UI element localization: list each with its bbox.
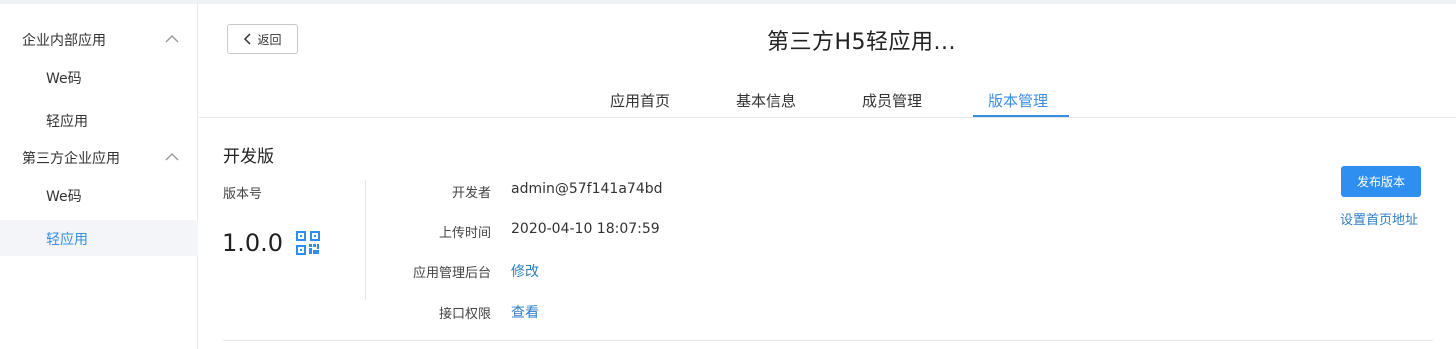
vertical-divider xyxy=(365,180,366,300)
publish-version-button[interactable]: 发布版本 xyxy=(1341,166,1421,197)
view-link[interactable]: 查看 xyxy=(511,302,539,322)
set-homepage-url-link[interactable]: 设置首页地址 xyxy=(1340,209,1418,228)
version-label: 版本号 xyxy=(223,187,263,202)
page-title: 第三方H5轻应用... xyxy=(767,30,957,55)
sidebar-group-third-party[interactable]: 第三方企业应用 xyxy=(0,138,198,178)
back-button[interactable]: 返回 xyxy=(227,24,298,54)
back-button-label: 返回 xyxy=(257,32,282,47)
qr-code-icon[interactable] xyxy=(296,231,320,255)
active-tab-indicator xyxy=(973,115,1069,117)
modify-link[interactable]: 修改 xyxy=(511,261,539,281)
developer-value: admin@57f141a74bd xyxy=(511,181,663,197)
tab-app-home[interactable]: 应用首页 xyxy=(610,90,670,111)
sidebar-item-label: 轻应用 xyxy=(46,232,88,248)
version-number: 1.0.0 xyxy=(222,229,284,257)
developer-label: 开发者 xyxy=(451,186,491,201)
sidebar-item-third-party-light-app[interactable]: 轻应用 xyxy=(0,220,198,256)
api-permission-label: 接口权限 xyxy=(438,307,491,322)
tab-basic-info[interactable]: 基本信息 xyxy=(736,90,796,111)
main-content: 返回 第三方H5轻应用... 应用首页 基本信息 成员管理 版本管理 开发版 版… xyxy=(199,4,1456,349)
sidebar-item-internal-light-app[interactable]: 轻应用 xyxy=(0,102,198,138)
tab-member-management[interactable]: 成员管理 xyxy=(862,90,922,111)
admin-backend-label: 应用管理后台 xyxy=(412,266,491,281)
sidebar-item-third-party-we-code[interactable]: We码 xyxy=(0,177,198,213)
chevron-up-icon xyxy=(165,153,179,161)
sidebar-item-label: We码 xyxy=(46,71,82,87)
tab-version-management[interactable]: 版本管理 xyxy=(988,90,1048,111)
sidebar-item-internal-we-code[interactable]: We码 xyxy=(0,59,198,95)
section-title: 开发版 xyxy=(223,147,274,167)
sidebar-item-label: 轻应用 xyxy=(46,114,88,130)
sidebar: 企业内部应用 We码 轻应用 第三方企业应用 We码 轻应用 xyxy=(0,4,198,349)
tab-bar: 应用首页 基本信息 成员管理 版本管理 xyxy=(199,82,1456,118)
chevron-left-icon xyxy=(244,33,252,45)
section-divider xyxy=(223,340,1433,341)
sidebar-group-label: 企业内部应用 xyxy=(22,33,106,49)
upload-time-label: 上传时间 xyxy=(438,226,491,241)
sidebar-item-label: We码 xyxy=(46,189,82,205)
sidebar-group-internal[interactable]: 企业内部应用 xyxy=(0,20,198,60)
upload-time-value: 2020-04-10 18:07:59 xyxy=(511,221,660,237)
sidebar-group-label: 第三方企业应用 xyxy=(22,151,120,167)
chevron-up-icon xyxy=(165,35,179,43)
